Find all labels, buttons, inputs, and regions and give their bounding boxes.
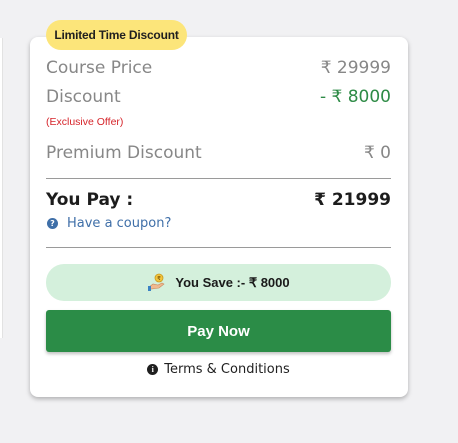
course-price-label: Course Price bbox=[46, 58, 153, 78]
you-pay-value: ₹ 21999 bbox=[314, 190, 391, 210]
premium-discount-label: Premium Discount bbox=[46, 143, 202, 163]
left-panel-edge bbox=[0, 38, 3, 338]
terms-label: Terms & Conditions bbox=[164, 362, 290, 377]
you-pay-row: You Pay : ₹ 21999 bbox=[46, 190, 391, 210]
premium-discount-row: Premium Discount ₹ 0 bbox=[46, 143, 391, 163]
premium-discount-value: ₹ 0 bbox=[363, 143, 391, 163]
question-icon: ? bbox=[47, 218, 58, 229]
have-coupon-label: Have a coupon? bbox=[67, 216, 172, 231]
discount-value: - ₹ 8000 bbox=[319, 87, 391, 107]
pay-now-button[interactable]: Pay Now bbox=[46, 310, 391, 352]
exclusive-offer-note: (Exclusive Offer) bbox=[46, 116, 124, 128]
discount-row: Discount - ₹ 8000 bbox=[46, 87, 391, 107]
course-price-value: ₹ 29999 bbox=[320, 58, 391, 78]
have-coupon-link[interactable]: ? Have a coupon? bbox=[47, 216, 171, 231]
you-save-banner: ₹ You Save :- ₹ 8000 bbox=[46, 264, 391, 301]
course-price-row: Course Price ₹ 29999 bbox=[46, 58, 391, 78]
money-hand-icon: ₹ bbox=[148, 273, 165, 291]
divider-top bbox=[46, 178, 391, 179]
terms-and-conditions-link[interactable]: i Terms & Conditions bbox=[46, 362, 391, 377]
discount-label: Discount bbox=[46, 87, 121, 107]
divider-bottom bbox=[46, 247, 391, 248]
info-icon: i bbox=[147, 364, 159, 375]
limited-time-badge: Limited Time Discount bbox=[46, 20, 187, 50]
svg-text:₹: ₹ bbox=[157, 275, 161, 282]
you-pay-label: You Pay : bbox=[46, 190, 134, 210]
you-save-label: You Save :- ₹ 8000 bbox=[175, 274, 290, 290]
